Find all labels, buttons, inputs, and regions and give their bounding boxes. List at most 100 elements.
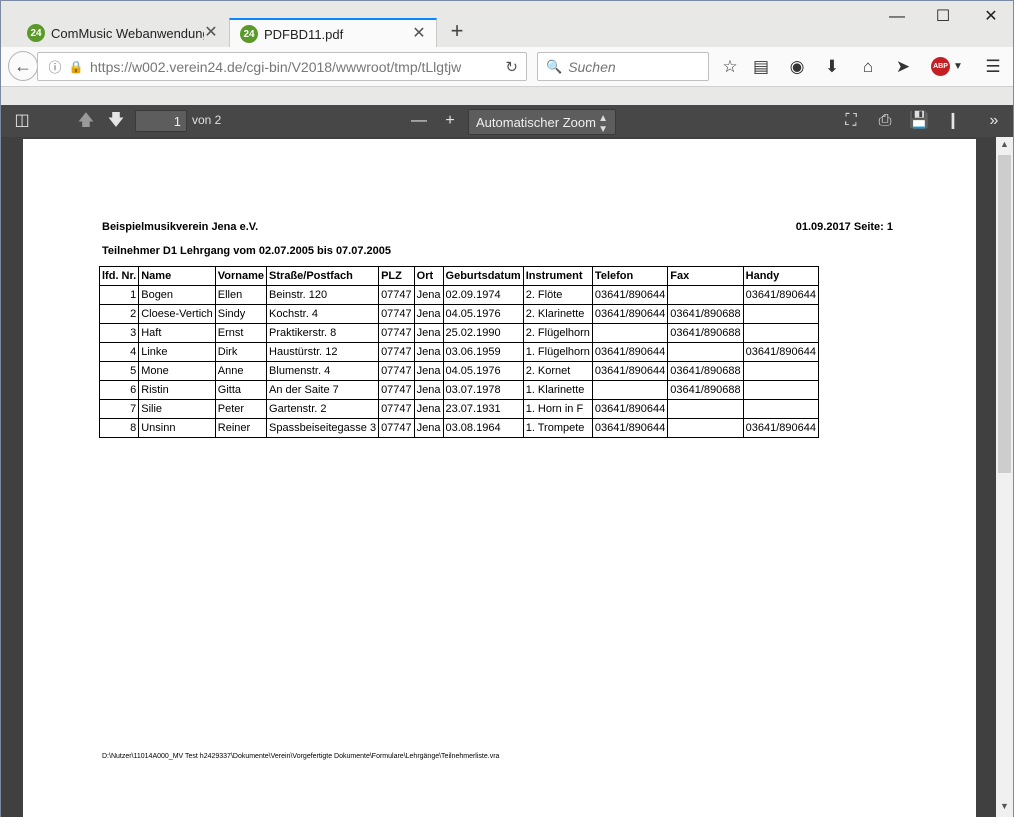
column-header: Name	[138, 266, 216, 286]
scrollbar-thumb[interactable]	[998, 155, 1011, 473]
verein24-favicon-icon: 24	[27, 24, 45, 42]
pdf-page: Beispielmusikverein Jena e.V. 01.09.2017…	[23, 139, 976, 817]
table-cell: Blumenstr. 4	[266, 361, 380, 381]
table-cell	[667, 418, 744, 438]
table-row: 1 Bogen Ellen Beinstr. 120 07747 Jena 02.09.19…	[98, 285, 820, 305]
page-count: von 2	[192, 113, 222, 127]
table-cell: 03.08.1964	[442, 418, 524, 438]
previous-page-icon[interactable]: 🡅	[75, 110, 97, 132]
adblock-dropdown-icon[interactable]: ▼	[947, 56, 969, 78]
print-icon[interactable]: ⎙	[874, 110, 896, 132]
menu-icon[interactable]: ☰	[982, 56, 1004, 78]
table-cell: Gitta	[214, 380, 268, 400]
table-cell: 04.05.1976	[442, 304, 524, 324]
table-cell: 2. Klarinette	[522, 304, 593, 324]
send-icon[interactable]: ➤	[892, 56, 914, 78]
url-bar[interactable]: ⓘ 🔒 https://w002.verein24.de/cgi-bin/V20…	[37, 52, 527, 81]
url-text[interactable]: https://w002.verein24.de/cgi-bin/V2018/w…	[90, 59, 485, 75]
table-cell: 07747	[378, 342, 415, 362]
table-cell: Jena	[413, 285, 444, 305]
table-cell: Haustürstr. 12	[266, 342, 380, 362]
reading-list-icon[interactable]: ▤	[750, 56, 772, 78]
bookmark-icon[interactable]: ❙	[942, 110, 964, 132]
table-cell: 03641/890644	[742, 285, 820, 305]
search-bar[interactable]: 🔍	[537, 52, 709, 81]
table-cell: 03641/890644	[591, 399, 669, 419]
table-cell: 03641/890644	[742, 342, 820, 362]
info-icon[interactable]: ⓘ	[46, 57, 64, 76]
table-cell: 5	[98, 361, 140, 381]
new-tab-icon[interactable]: +	[447, 20, 467, 43]
table-cell: An der Saite 7	[266, 380, 380, 400]
pdf-toolbar: ◫ 🡅 🡇 von 2 — + Automatischer Zoom ▲▼ ⛶ …	[1, 105, 1013, 137]
table-row: 6 Ristin Gitta An der Saite 7 07747 Jena 03.07…	[98, 380, 820, 400]
minimize-icon[interactable]: —	[887, 7, 907, 27]
page-number-input[interactable]	[135, 110, 187, 132]
table-cell: 03641/890644	[591, 418, 669, 438]
table-cell: Ellen	[214, 285, 268, 305]
table-cell	[742, 323, 820, 343]
search-icon: 🔍	[546, 58, 563, 74]
pocket-icon[interactable]: ◉	[786, 56, 808, 78]
table-cell: 07747	[378, 323, 415, 343]
table-cell: Kochstr. 4	[266, 304, 380, 324]
home-icon[interactable]: ⌂	[857, 56, 879, 78]
table-cell: 04.05.1976	[442, 361, 524, 381]
tab-strip: 24 ComMusic Webanwendung ✕ 24 PDFBD11.pd…	[1, 1, 1013, 48]
table-cell: 25.02.1990	[442, 323, 524, 343]
tools-menu-icon[interactable]: »	[983, 110, 1005, 132]
next-page-icon[interactable]: 🡇	[105, 110, 127, 132]
column-header: PLZ	[378, 266, 415, 286]
close-window-icon[interactable]: ✕	[981, 7, 1001, 27]
reload-icon[interactable]: ↻	[505, 58, 518, 76]
table-cell: 07747	[378, 380, 415, 400]
close-tab-icon[interactable]: ✕	[412, 26, 426, 42]
vertical-scrollbar[interactable]: ▲ ▼	[996, 137, 1013, 817]
table-row: 5 Mone Anne Blumenstr. 4 07747 Jena 04.05.1976…	[98, 361, 820, 381]
presentation-mode-icon[interactable]: ⛶	[840, 110, 862, 132]
table-cell: 07747	[378, 361, 415, 381]
table-cell: Sindy	[214, 304, 268, 324]
column-header: Ort	[413, 266, 444, 286]
search-input[interactable]	[568, 58, 699, 75]
zoom-in-icon[interactable]: +	[439, 110, 461, 132]
column-header: Fax	[667, 266, 744, 286]
table-cell: Linke	[138, 342, 216, 362]
document-footer-path: D:\Nutzer\11014A000_MV Test h2429337\Dok…	[102, 753, 500, 760]
table-cell: 03641/890644	[742, 418, 820, 438]
back-arrow-icon[interactable]: ←	[8, 51, 38, 81]
table-cell: Silie	[138, 399, 216, 419]
download-icon[interactable]: ⬇	[821, 56, 843, 78]
tab-pdf[interactable]: 24 PDFBD11.pdf ✕	[229, 18, 437, 48]
adblock-icon[interactable]: ABP	[931, 57, 950, 76]
table-row: 4 Linke Dirk Haustürstr. 12 07747 Jena 03.06.1…	[98, 342, 820, 362]
table-cell: Jena	[413, 323, 444, 343]
table-cell: 8	[98, 418, 140, 438]
table-cell: 7	[98, 399, 140, 419]
verein24-favicon-icon: 24	[240, 25, 258, 43]
zoom-out-icon[interactable]: —	[408, 110, 430, 132]
bookmark-star-icon[interactable]: ☆	[719, 56, 741, 78]
maximize-icon[interactable]: ☐	[933, 7, 953, 27]
scroll-up-icon[interactable]: ▲	[996, 139, 1013, 153]
table-cell	[667, 342, 744, 362]
table-cell: Jena	[413, 399, 444, 419]
pdf-viewer-area: Beispielmusikverein Jena e.V. 01.09.2017…	[1, 137, 1013, 817]
sidebar-toggle-icon[interactable]: ◫	[11, 110, 33, 132]
table-cell: 03641/890688	[667, 323, 744, 343]
column-header: Vorname	[214, 266, 268, 286]
tab-commusic[interactable]: 24 ComMusic Webanwendung ✕	[17, 18, 228, 48]
table-cell	[742, 380, 820, 400]
save-download-icon[interactable]: 💾	[908, 110, 930, 132]
scroll-down-icon[interactable]: ▼	[996, 801, 1013, 815]
table-cell	[667, 399, 744, 419]
table-cell	[742, 399, 820, 419]
tab-label: PDFBD11.pdf	[264, 26, 344, 42]
table-cell: Ristin	[138, 380, 216, 400]
table-cell: Gartenstr. 2	[266, 399, 380, 419]
table-cell	[742, 304, 820, 324]
table-cell: 3	[98, 323, 140, 343]
close-tab-icon[interactable]: ✕	[204, 25, 218, 41]
zoom-select[interactable]: Automatischer Zoom ▲ ▼	[468, 109, 616, 135]
table-cell	[591, 380, 669, 400]
